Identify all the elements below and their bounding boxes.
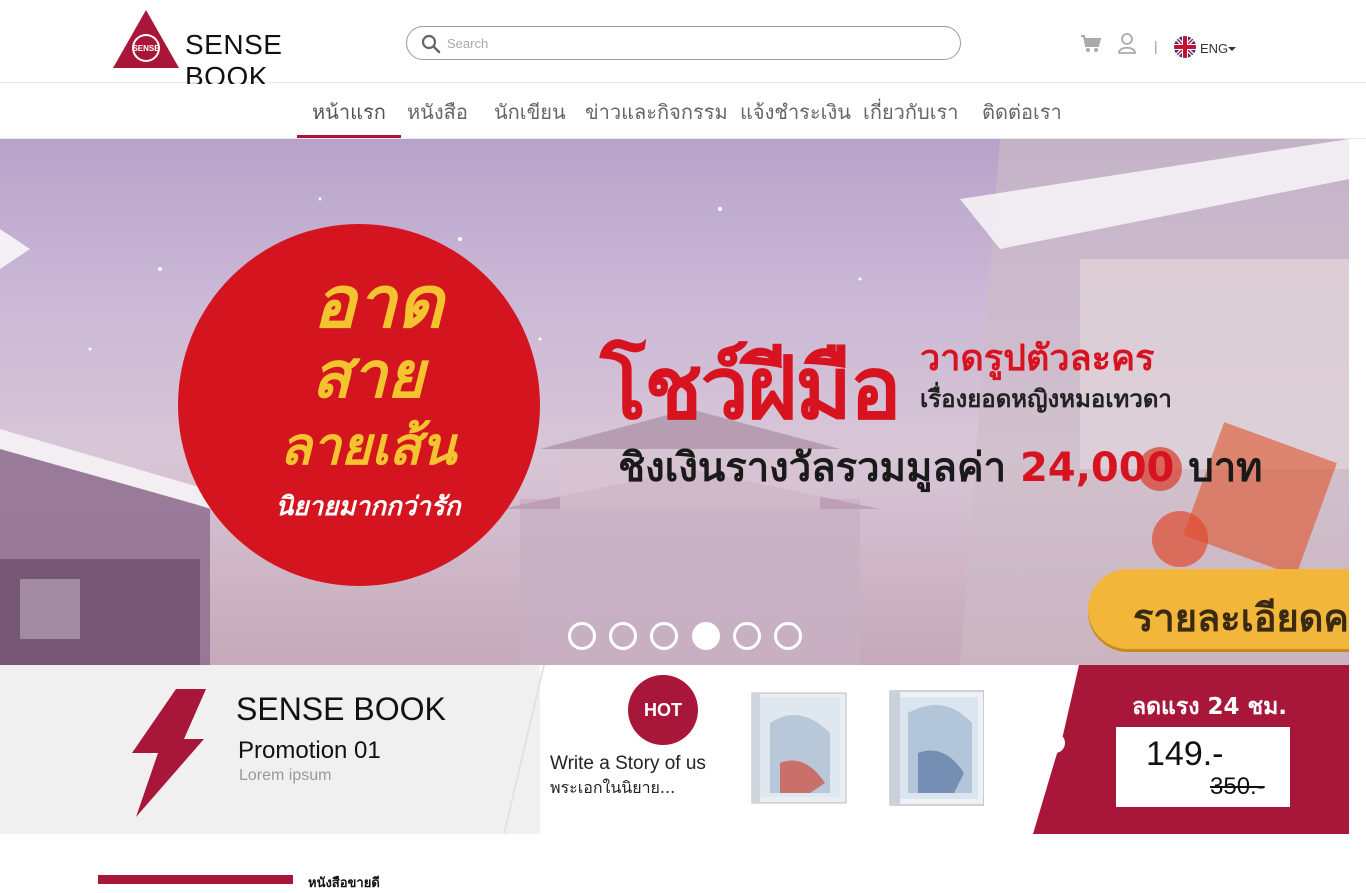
hero-story-name: เรื่องยอดหญิงหมอเทวดา bbox=[920, 385, 1172, 413]
carousel-dot[interactable] bbox=[733, 622, 761, 650]
search-input[interactable] bbox=[447, 32, 927, 54]
carousel-dot-active[interactable] bbox=[692, 622, 720, 650]
site-header: SENSE SENSE BOOK | bbox=[0, 0, 1366, 92]
promotion-banner[interactable]: SENSE BOOK Promotion 01 Lorem ipsum HOT … bbox=[0, 665, 1366, 834]
logo-badge-text: SENSE bbox=[132, 44, 160, 53]
main-nav: หน้าแรก หนังสือ นักเขียน ข่าวและกิจกรรม … bbox=[0, 84, 1366, 139]
carousel-dot[interactable] bbox=[609, 622, 637, 650]
promo-book-title: Write a Story of us bbox=[550, 753, 706, 774]
hero-details-label: รายละเอียดค bbox=[1133, 596, 1349, 640]
hero-scroll-edge bbox=[1349, 139, 1366, 665]
hero-prize-text: ชิงเงินรางวัลรวมมูลค่า 24,000 บาท bbox=[618, 435, 1263, 499]
price-original: 350.- bbox=[1210, 773, 1265, 800]
language-label: ENG bbox=[1200, 41, 1229, 56]
hero-logo-line-3: ลายเส้น bbox=[279, 416, 457, 477]
hero-details-button[interactable]: รายละเอียดค bbox=[1088, 569, 1366, 649]
nav-item-about[interactable]: เกี่ยวกับเรา bbox=[848, 96, 974, 138]
prize-prefix: ชิงเงินรางวัลรวมมูลค่า bbox=[618, 445, 1007, 491]
hot-badge: HOT bbox=[628, 675, 698, 745]
price-box: 149.- 350.- bbox=[1116, 727, 1290, 807]
user-icon[interactable] bbox=[1117, 32, 1137, 54]
nav-item-payment[interactable]: แจ้งชำระเงิน bbox=[725, 96, 866, 138]
nav-item-home[interactable]: หน้าแรก bbox=[297, 96, 401, 138]
nav-item-contact[interactable]: ติดต่อเรา bbox=[967, 96, 1077, 138]
header-separator: | bbox=[1154, 38, 1158, 54]
hero-logo-line-4: นิยายมากกว่ารัก bbox=[275, 492, 461, 522]
cart-icon[interactable] bbox=[1080, 34, 1102, 54]
prize-amount: 24,000 bbox=[1020, 445, 1175, 491]
language-selector[interactable]: ENG bbox=[1174, 36, 1244, 60]
section-title: หนังสือขายดี bbox=[308, 876, 380, 891]
book-cover-image[interactable] bbox=[750, 683, 850, 807]
hero-event-logo: อาด สาย ลายเส้น นิยายมากกว่ารัก bbox=[178, 224, 540, 586]
book-boxset-image[interactable] bbox=[884, 683, 984, 807]
nav-item-news[interactable]: ข่าวและกิจกรรม bbox=[570, 96, 743, 138]
uk-flag-icon bbox=[1174, 36, 1196, 58]
promo-brand: SENSE BOOK bbox=[236, 691, 446, 727]
chevron-down-icon bbox=[1228, 47, 1236, 51]
promo-book-subtitle: พระเอกในนิยาย... bbox=[550, 778, 676, 797]
carousel-dot[interactable] bbox=[568, 622, 596, 650]
promo-title: Promotion 01 bbox=[238, 737, 381, 764]
search-icon[interactable] bbox=[421, 34, 441, 54]
search-bar[interactable] bbox=[406, 26, 961, 60]
lightning-bolt-icon bbox=[132, 689, 206, 817]
site-logo[interactable]: SENSE SENSE BOOK bbox=[113, 10, 353, 92]
hero-banner[interactable]: อาด สาย ลายเส้น นิยายมากกว่ารัก โชว์ฝีมื… bbox=[0, 139, 1366, 665]
section-title-bar bbox=[98, 875, 293, 884]
hero-subheading: วาดรูปตัวละคร bbox=[920, 338, 1155, 379]
carousel-dot[interactable] bbox=[774, 622, 802, 650]
nav-item-books[interactable]: หนังสือ bbox=[392, 96, 483, 138]
sense-logo-icon: SENSE bbox=[113, 10, 179, 68]
nav-item-authors[interactable]: นักเขียน bbox=[479, 96, 581, 138]
carousel-dot[interactable] bbox=[650, 622, 678, 650]
prize-unit: บาท bbox=[1188, 445, 1263, 491]
promo-deal-label: ลดแรง 24 ชม. bbox=[1132, 694, 1287, 720]
price-current: 149.- bbox=[1146, 735, 1224, 773]
promo-subtitle: Lorem ipsum bbox=[239, 767, 332, 784]
promo-divider-shape bbox=[470, 665, 545, 834]
